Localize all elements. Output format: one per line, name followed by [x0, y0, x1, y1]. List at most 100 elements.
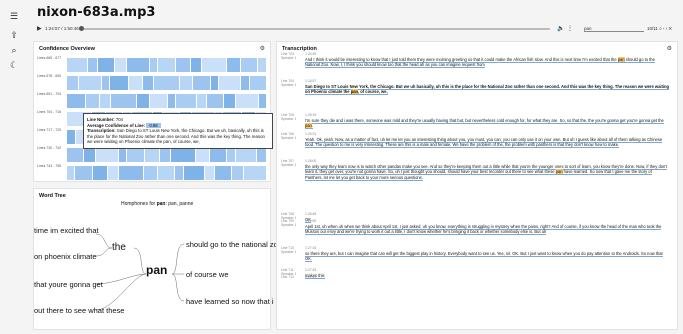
word-tree-left-branch[interactable]: time im excited that: [34, 226, 99, 235]
confidence-segment[interactable]: [83, 148, 96, 162]
play-icon[interactable]: ▶: [37, 25, 42, 32]
confidence-segment[interactable]: [85, 94, 101, 108]
confidence-segment[interactable]: [227, 148, 237, 162]
search-icon[interactable]: ⌕: [9, 45, 19, 55]
volume-icon[interactable]: 🔈: [557, 25, 564, 32]
confidence-segment[interactable]: [190, 58, 202, 72]
confidence-segment[interactable]: [100, 94, 112, 108]
confidence-segment[interactable]: [118, 148, 127, 162]
confidence-segment[interactable]: [175, 166, 185, 180]
confidence-segment[interactable]: [157, 166, 176, 180]
transcript-text[interactable]: 1:25:31 Yeah. Ok, yeah. Now, as a matter …: [305, 132, 670, 149]
gear-icon[interactable]: ⚙: [667, 45, 672, 52]
transcript-text[interactable]: 1:25:15 I'm sure they die and i was there…: [305, 113, 670, 130]
confidence-segment[interactable]: [136, 94, 150, 108]
confidence-segment[interactable]: [111, 94, 137, 108]
confidence-segment[interactable]: [107, 166, 119, 180]
confidence-segment[interactable]: [154, 76, 180, 90]
word-tree-left-branch[interactable]: that youre gonna get: [34, 280, 103, 289]
confidence-segment[interactable]: [118, 166, 145, 180]
confidence-segment[interactable]: [157, 58, 177, 72]
gear-icon[interactable]: ⚙: [260, 45, 265, 52]
confidence-segment[interactable]: [144, 166, 158, 180]
confidence-segment[interactable]: [196, 148, 210, 162]
confidence-segment[interactable]: [67, 76, 80, 90]
confidence-segment[interactable]: [67, 166, 75, 180]
search-input[interactable]: pan: [584, 26, 644, 32]
confidence-segment[interactable]: [110, 76, 129, 90]
confidence-segment[interactable]: [67, 130, 76, 144]
confidence-segment[interactable]: [167, 94, 177, 108]
word-tree-left-branch[interactable]: on phoenix climate: [34, 252, 97, 261]
confidence-segment[interactable]: [205, 166, 216, 180]
confidence-bars[interactable]: [67, 148, 267, 162]
confidence-segment[interactable]: [95, 148, 119, 162]
more-icon[interactable]: ⋮: [567, 25, 573, 32]
confidence-segment[interactable]: [259, 94, 267, 108]
search-highlight[interactable]: pan: [617, 57, 625, 63]
confidence-segment[interactable]: [201, 58, 228, 72]
confidence-segment[interactable]: [197, 94, 208, 108]
confidence-segment[interactable]: [219, 76, 241, 90]
word-tree-right-branch[interactable]: of course we: [186, 270, 229, 279]
confidence-segment[interactable]: [67, 94, 86, 108]
confidence-row[interactable]: Lines 691 - 703: [37, 92, 267, 110]
confidence-segment[interactable]: [67, 58, 89, 72]
confidence-segment[interactable]: [257, 148, 267, 162]
confidence-segment[interactable]: [223, 94, 237, 108]
transcript-text[interactable]: 1:24:57 San Diego to ST Louis New York, t…: [305, 79, 670, 96]
transcript-text[interactable]: 1:27:15 so there they are, but I can imag…: [305, 246, 670, 263]
confidence-segment[interactable]: [184, 166, 206, 180]
confidence-row[interactable]: Lines 743 - 755: [37, 164, 267, 182]
confidence-segment[interactable]: [240, 76, 251, 90]
upload-icon[interactable]: ⇪: [9, 30, 19, 40]
confidence-row[interactable]: Lines 678 - 690: [37, 74, 267, 92]
confidence-segment[interactable]: [243, 166, 267, 180]
confidence-segment[interactable]: [250, 76, 267, 90]
confidence-segment[interactable]: [149, 58, 158, 72]
confidence-segment[interactable]: [236, 94, 260, 108]
confidence-segment[interactable]: [143, 76, 155, 90]
confidence-segment[interactable]: [236, 148, 258, 162]
confidence-segment[interactable]: [102, 76, 111, 90]
confidence-segment[interactable]: [67, 148, 84, 162]
confidence-segment[interactable]: [93, 166, 108, 180]
confidence-bars[interactable]: [67, 166, 267, 180]
moon-icon[interactable]: ☾: [9, 60, 19, 70]
confidence-segment[interactable]: [210, 76, 220, 90]
confidence-segment[interactable]: [128, 76, 144, 90]
confidence-segment[interactable]: [207, 94, 224, 108]
confidence-segment[interactable]: [179, 76, 193, 90]
confidence-segment[interactable]: [159, 148, 171, 162]
match-navigation[interactable]: 10/11 ⌕ ‹ › ✕: [647, 26, 672, 31]
confidence-segment[interactable]: [209, 148, 228, 162]
confidence-segment[interactable]: [97, 58, 115, 72]
confidence-segment[interactable]: [176, 58, 191, 72]
transcript-text[interactable]: 1:26:00 the only way they learn now is to…: [305, 159, 670, 181]
confidence-segment[interactable]: [170, 148, 197, 162]
confidence-segment[interactable]: [149, 94, 168, 108]
search-highlight[interactable]: pan: [305, 123, 312, 129]
word-tree-node[interactable]: the: [112, 242, 126, 253]
confidence-segment[interactable]: [227, 58, 241, 72]
confidence-bars[interactable]: [67, 94, 267, 108]
search-nav-icons[interactable]: ⌕ ‹ › ✕: [659, 26, 672, 31]
transcript-text[interactable]: 1:26:50 April 1st, uh when uh when we thi…: [305, 219, 670, 236]
confidence-segment[interactable]: [74, 166, 94, 180]
confidence-segment[interactable]: [215, 166, 232, 180]
word-tree-left-branch[interactable]: out there to see what these: [34, 306, 124, 315]
confidence-bars[interactable]: [67, 58, 267, 72]
menu-icon[interactable]: ☰: [9, 11, 19, 21]
transcript-text[interactable]: 1:24:39 And I think it would be interesti…: [305, 52, 670, 69]
confidence-segment[interactable]: [126, 148, 146, 162]
confidence-segment[interactable]: [126, 58, 150, 72]
confidence-segment[interactable]: [258, 58, 267, 72]
confidence-segment[interactable]: [176, 94, 198, 108]
seek-bar[interactable]: [80, 28, 550, 30]
confidence-row[interactable]: Lines 665 - 677: [37, 56, 267, 74]
confidence-segment[interactable]: [240, 58, 259, 72]
word-tree-right-branch[interactable]: should go to the national zoo: [186, 240, 282, 249]
search-highlight[interactable]: pan: [555, 169, 563, 175]
confidence-segment[interactable]: [79, 76, 103, 90]
word-tree-right-branch[interactable]: have learned so now that i go: [186, 297, 284, 306]
